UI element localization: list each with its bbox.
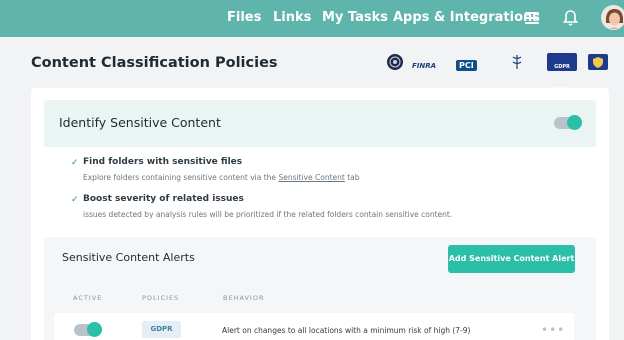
feature-description: Explore folders containing sensitive con… (83, 173, 360, 182)
check-icon: ✓ (71, 158, 79, 168)
seal-badge-icon (387, 54, 403, 70)
alert-active-toggle[interactable] (74, 322, 102, 337)
identify-sensitive-content-title: Identify Sensitive Content (59, 115, 221, 130)
user-avatar[interactable] (601, 5, 624, 30)
top-navigation-bar: Files Links My Tasks Apps & Integrations (0, 0, 624, 37)
finra-badge: FINRA (412, 62, 437, 70)
sensitive-content-alerts-section: Sensitive Content Alerts Add Sensitive C… (44, 237, 596, 340)
column-header-active: ACTIVE (73, 294, 103, 302)
alert-behavior: Alert on changes to all locations with a… (222, 326, 471, 335)
more-options-icon[interactable]: ••• (541, 323, 565, 337)
nav-apps-integrations[interactable]: Apps & Integrations (393, 10, 540, 25)
check-icon: ✓ (71, 195, 79, 205)
hamburger-menu-icon[interactable] (525, 12, 539, 24)
table-row[interactable]: GDPR Alert on changes to all locations w… (54, 313, 574, 340)
feature-description: issues detected by analysis rules will b… (83, 210, 453, 219)
alerts-title: Sensitive Content Alerts (62, 251, 195, 264)
policy-tag: GDPR (142, 321, 181, 338)
nav-files[interactable]: Files (227, 10, 261, 25)
identify-sensitive-content-toggle[interactable] (554, 115, 582, 130)
feature-title: Find folders with sensitive files (83, 157, 243, 167)
column-header-policies: POLICIES (142, 294, 180, 302)
pci-badge: PCI (456, 53, 496, 71)
shield-badge-icon (588, 54, 608, 70)
nav-my-tasks[interactable]: My Tasks (322, 10, 388, 25)
bell-icon[interactable] (562, 9, 579, 27)
page-title: Content Classification Policies (31, 55, 278, 71)
nav-links[interactable]: Links (273, 10, 311, 25)
column-header-behavior: BEHAVIOR (223, 294, 265, 302)
identify-sensitive-content-section: Identify Sensitive Content (44, 100, 596, 147)
hipaa-badge (508, 53, 538, 71)
feature-title: Boost severity of related issues (83, 194, 244, 204)
policies-panel: Identify Sensitive Content ✓ Find folder… (31, 88, 609, 340)
caduceus-icon (512, 55, 522, 69)
gdpr-badge: GDPR READY (547, 53, 577, 93)
add-sensitive-content-alert-button[interactable]: Add Sensitive Content Alert (448, 245, 575, 273)
sensitive-content-link[interactable]: Sensitive Content (278, 173, 344, 182)
